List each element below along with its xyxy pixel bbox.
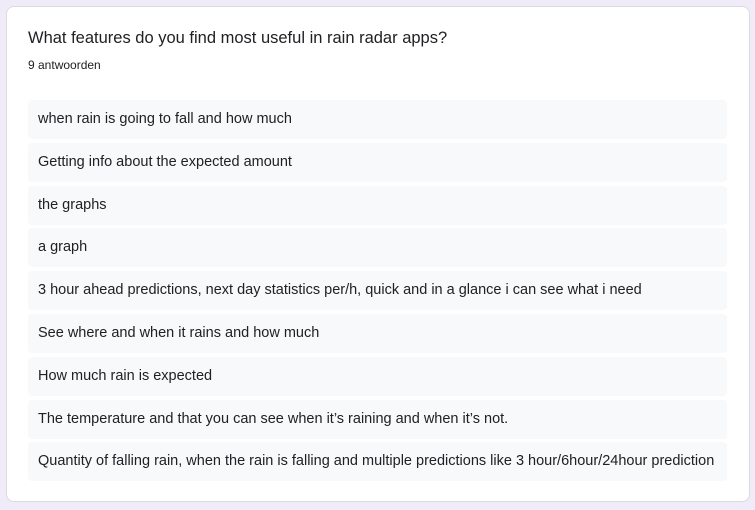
question-card: What features do you find most useful in…: [6, 6, 750, 502]
answer-item: a graph: [28, 228, 727, 268]
question-title: What features do you find most useful in…: [28, 29, 448, 47]
answer-item: How much rain is expected: [28, 356, 727, 396]
answer-item: 3 hour ahead predictions, next day stati…: [28, 271, 727, 311]
answer-item: the graphs: [28, 185, 727, 225]
answer-list: when rain is going to fall and how much …: [28, 100, 727, 485]
answer-item: Quantity of falling rain, when the rain …: [28, 442, 727, 482]
answer-item: when rain is going to fall and how much: [28, 100, 727, 139]
response-count: 9 antwoorden: [28, 58, 101, 72]
answer-item: The temperature and that you can see whe…: [28, 399, 727, 439]
answer-item: Getting info about the expected amount: [28, 142, 727, 182]
answer-item: See where and when it rains and how much: [28, 313, 727, 353]
